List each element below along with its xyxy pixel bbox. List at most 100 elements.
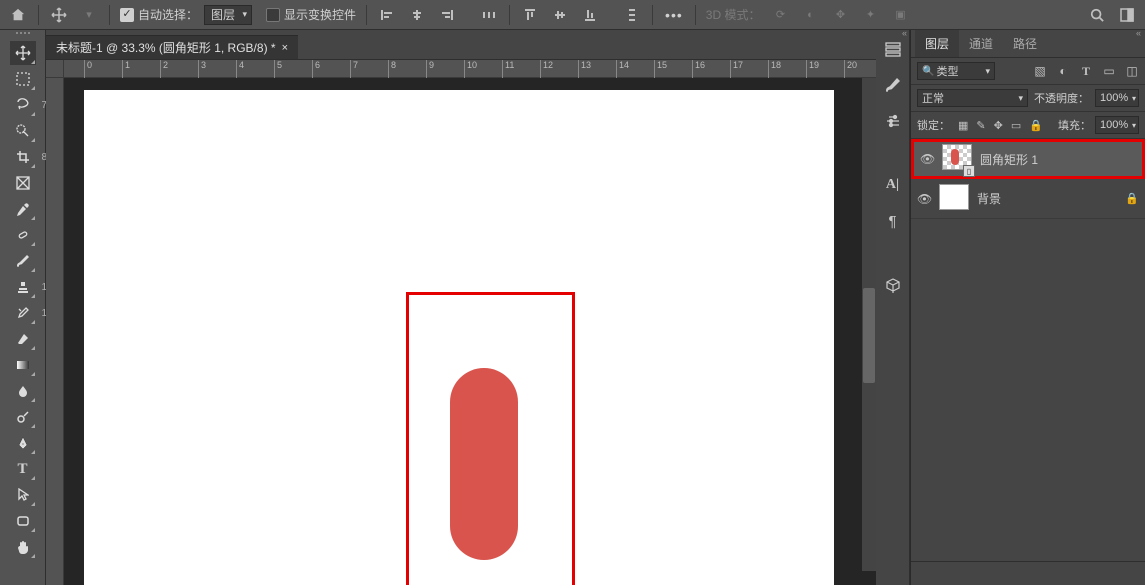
stamp-tool[interactable]: 1 xyxy=(10,275,36,299)
scrollbar-thumb[interactable] xyxy=(863,288,875,383)
lock-position-icon[interactable]: ✥ xyxy=(994,119,1003,132)
move-tool[interactable] xyxy=(10,41,36,65)
filter-kind-dropdown[interactable]: 类型 xyxy=(917,62,995,80)
lasso-tool[interactable]: 7 xyxy=(10,93,36,117)
workspace-icon[interactable] xyxy=(1113,3,1141,27)
shape-tool[interactable] xyxy=(10,509,36,533)
history-brush-tool[interactable]: 1 xyxy=(10,301,36,325)
move-tool-icon[interactable] xyxy=(45,3,73,27)
ruler-tick: 4 xyxy=(236,60,244,78)
blur-tool[interactable] xyxy=(10,379,36,403)
visibility-icon[interactable]: 👁 xyxy=(920,152,934,166)
quick-select-tool[interactable] xyxy=(10,119,36,143)
auto-select-label: 自动选择： xyxy=(138,6,198,23)
ruler-tick: 3 xyxy=(198,60,206,78)
visibility-icon[interactable]: 👁 xyxy=(917,192,931,206)
layer-name[interactable]: 背景 xyxy=(977,190,1001,207)
character-panel-icon[interactable]: A| xyxy=(882,174,904,196)
pen-tool[interactable] xyxy=(10,431,36,455)
document-area: 未标题-1 @ 33.3% (圆角矩形 1, RGB/8) * × 012345… xyxy=(46,30,876,585)
opacity-input[interactable]: 100% xyxy=(1095,89,1139,107)
annotation-highlight xyxy=(406,292,575,585)
ruler-tick: 8 xyxy=(388,60,396,78)
lock-row: 锁定： ▦ ✎ ✥ ▭ 🔒 填充： 100% xyxy=(911,112,1145,139)
distribute-h-icon[interactable] xyxy=(475,3,503,27)
adjustments-panel-icon[interactable] xyxy=(882,110,904,132)
filter-shape-icon[interactable]: ▭ xyxy=(1102,64,1116,79)
3d-pan-icon: ✥ xyxy=(826,3,854,27)
brush-panel-icon[interactable] xyxy=(882,74,904,96)
vector-mask-badge[interactable]: ▯ xyxy=(963,165,975,177)
tab-layers[interactable]: 图层 xyxy=(915,30,959,57)
ruler-vertical[interactable] xyxy=(46,78,64,585)
tab-title: 未标题-1 @ 33.3% (圆角矩形 1, RGB/8) * xyxy=(56,39,276,56)
path-select-tool[interactable] xyxy=(10,483,36,507)
dodge-tool[interactable] xyxy=(10,405,36,429)
lock-all-icon[interactable]: 🔒 xyxy=(1029,119,1043,132)
filter-smart-icon[interactable]: ◫ xyxy=(1125,64,1139,79)
ruler-tick: 9 xyxy=(426,60,434,78)
gradient-tool[interactable] xyxy=(10,353,36,377)
ruler-horizontal[interactable]: 0123456789101112131415161718192021 xyxy=(64,60,876,78)
eyedropper-tool[interactable] xyxy=(10,197,36,221)
tab-bar: 未标题-1 @ 33.3% (圆角矩形 1, RGB/8) * × xyxy=(0,30,876,60)
layer-row[interactable]: 👁 背景 🔒 xyxy=(911,179,1145,219)
ruler-tick: 5 xyxy=(274,60,282,78)
collapsed-panel-strip: A| ¶ xyxy=(876,30,910,585)
align-center-v-icon[interactable] xyxy=(546,3,574,27)
more-options-icon[interactable]: ••• xyxy=(659,7,689,23)
document-tab[interactable]: 未标题-1 @ 33.3% (圆角矩形 1, RGB/8) * × xyxy=(46,35,298,59)
chevron-down-icon[interactable]: ▾ xyxy=(75,3,103,27)
vertical-scrollbar[interactable] xyxy=(862,78,876,571)
distribute-v-icon[interactable] xyxy=(618,3,646,27)
frame-tool[interactable] xyxy=(10,171,36,195)
ruler-origin[interactable] xyxy=(46,60,64,78)
healing-tool[interactable] xyxy=(10,223,36,247)
align-right-icon[interactable] xyxy=(433,3,461,27)
layer-thumbnail[interactable] xyxy=(939,184,969,210)
align-left-icon[interactable] xyxy=(373,3,401,27)
panel-tabs: 图层 通道 路径 xyxy=(911,30,1145,58)
3d-orbit-icon: ⟳ xyxy=(766,3,794,27)
marquee-tool[interactable] xyxy=(10,67,36,91)
3d-camera-icon: ▣ xyxy=(886,3,914,27)
paragraph-panel-icon[interactable]: ¶ xyxy=(882,210,904,232)
fill-input[interactable]: 100% xyxy=(1095,116,1139,134)
ruler-tick: 18 xyxy=(768,60,781,78)
search-icon[interactable] xyxy=(1083,3,1111,27)
lock-artboard-icon[interactable]: ▭ xyxy=(1011,119,1021,132)
close-icon[interactable]: × xyxy=(282,42,288,54)
crop-tool[interactable]: 8 xyxy=(10,145,36,169)
tab-paths[interactable]: 路径 xyxy=(1003,30,1047,57)
3d-panel-icon[interactable] xyxy=(882,274,904,296)
layer-name[interactable]: 圆角矩形 1 xyxy=(980,151,1038,168)
lock-pixels-icon[interactable]: ✎ xyxy=(976,119,985,132)
grab-handle-icon[interactable] xyxy=(5,32,41,38)
layer-row[interactable]: 👁 ▯ 圆角矩形 1 xyxy=(911,139,1145,179)
auto-select-target-dropdown[interactable]: 图层 xyxy=(204,5,252,25)
home-icon[interactable] xyxy=(4,3,32,27)
lock-transparent-icon[interactable]: ▦ xyxy=(958,119,968,132)
type-tool[interactable]: T xyxy=(10,457,36,481)
toolbox: 7 8 1 1 T xyxy=(0,30,46,585)
tab-channels[interactable]: 通道 xyxy=(959,30,1003,57)
auto-select-checkbox[interactable]: 自动选择： xyxy=(116,6,202,23)
filter-pixel-icon[interactable]: ▧ xyxy=(1033,64,1047,79)
canvas[interactable] xyxy=(64,78,876,585)
ruler-tick: 7 xyxy=(350,60,358,78)
brush-tool[interactable] xyxy=(10,249,36,273)
ruler-tick: 10 xyxy=(464,60,477,78)
hand-tool[interactable] xyxy=(10,535,36,559)
show-transform-checkbox[interactable]: 显示变换控件 xyxy=(262,6,360,23)
align-center-h-icon[interactable] xyxy=(403,3,431,27)
filter-type-icon[interactable]: T xyxy=(1079,64,1093,79)
align-top-icon[interactable] xyxy=(516,3,544,27)
ruler-tick: 17 xyxy=(730,60,743,78)
blend-mode-dropdown[interactable]: 正常 xyxy=(917,89,1028,107)
history-panel-icon[interactable] xyxy=(882,38,904,60)
filter-adjustment-icon[interactable]: ◐ xyxy=(1056,64,1070,79)
lock-icon[interactable]: 🔒 xyxy=(1125,192,1139,205)
align-bottom-icon[interactable] xyxy=(576,3,604,27)
mode-3d-label: 3D 模式： xyxy=(702,6,765,23)
eraser-tool[interactable] xyxy=(10,327,36,351)
